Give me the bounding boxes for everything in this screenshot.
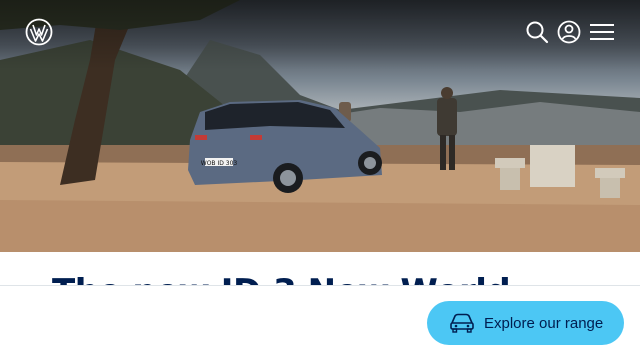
hamburger-menu-icon[interactable] <box>589 20 615 44</box>
search-icon[interactable] <box>525 20 549 44</box>
stone-table <box>530 145 575 187</box>
explore-range-label: Explore our range <box>484 314 604 332</box>
account-icon[interactable] <box>557 20 581 44</box>
svg-text:WOB ID 303: WOB ID 303 <box>201 160 238 167</box>
explore-range-button[interactable]: Explore our range <box>427 301 624 345</box>
person-standing <box>437 98 457 136</box>
car-icon <box>450 313 474 333</box>
vw-logo-icon[interactable] <box>25 18 53 46</box>
